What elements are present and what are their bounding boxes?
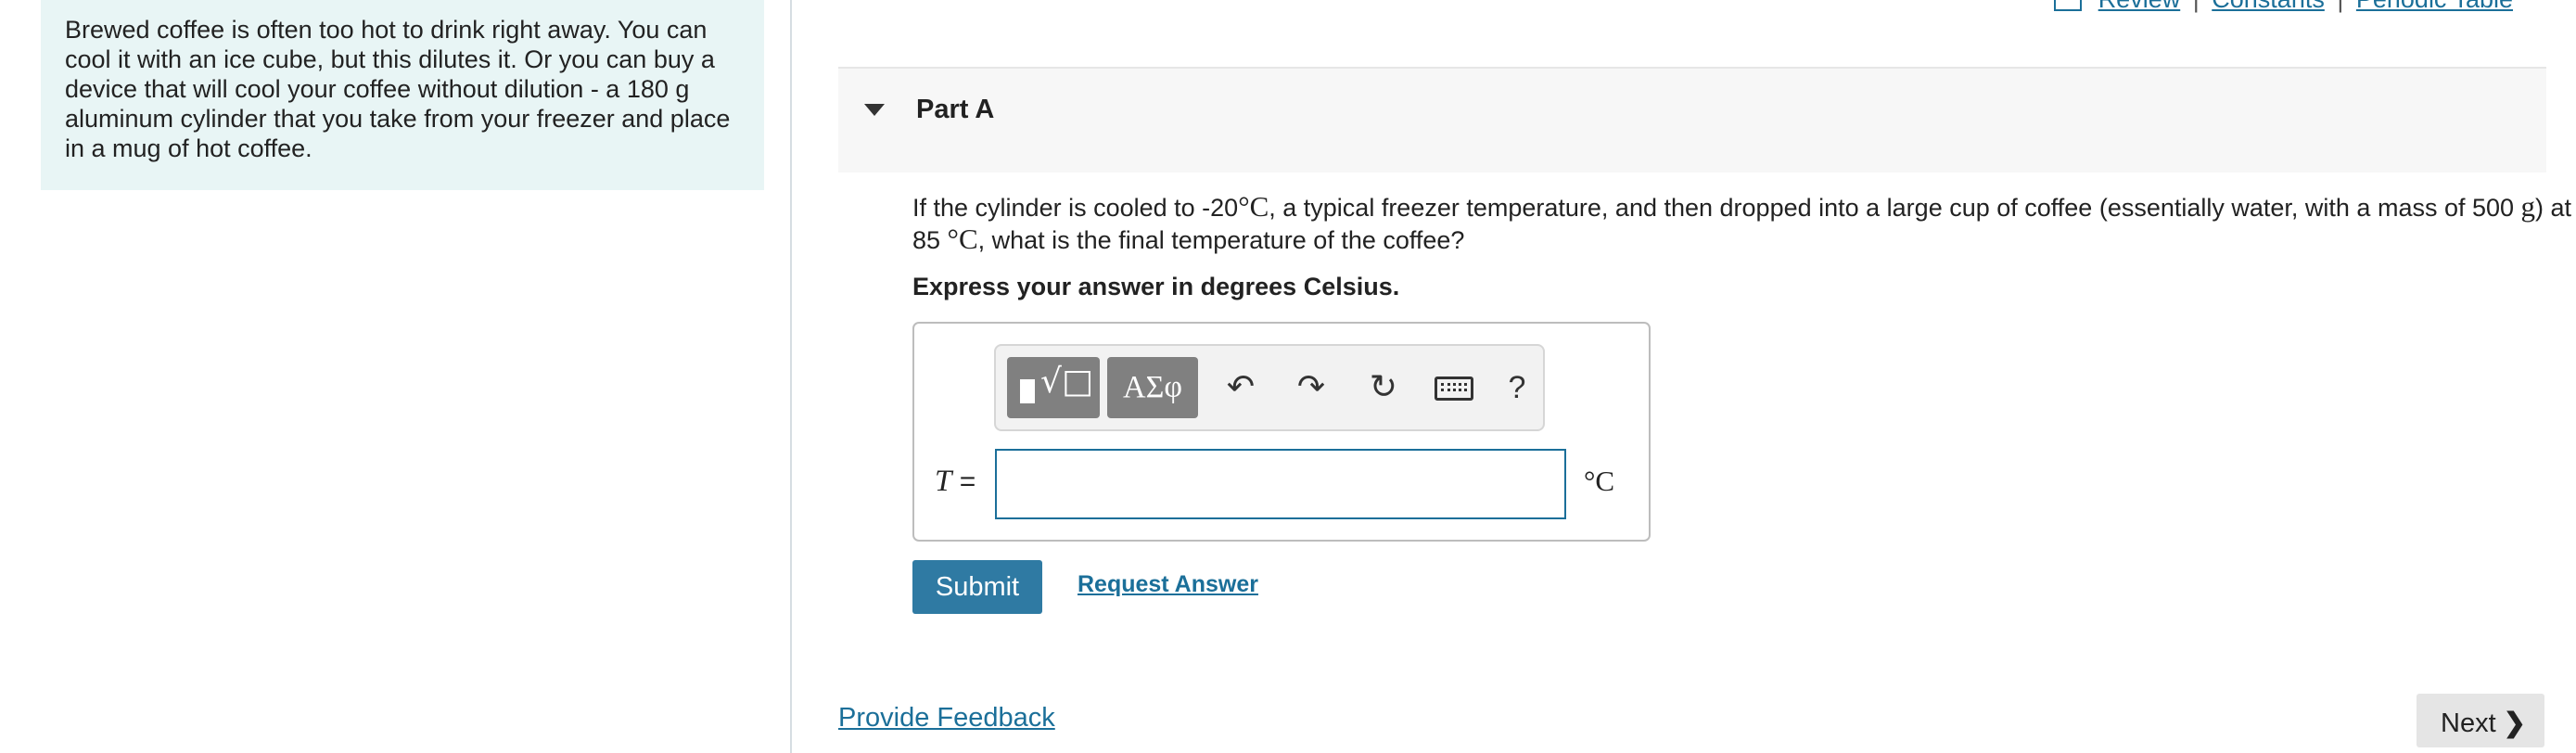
part-title: Part A — [916, 95, 995, 124]
resource-links: Review | Constants | Periodic Table — [2054, 0, 2513, 14]
question-segment: , a typical freezer temperature, and the… — [1269, 194, 2521, 222]
greek-letters-icon[interactable]: ΑΣφ — [1107, 357, 1198, 418]
unit-celsius: °C — [1238, 190, 1269, 223]
answer-box: √□ ΑΣφ ↶ ↷ ↻ ? T = °C — [912, 322, 1651, 542]
part-a-header[interactable]: Part A — [838, 67, 2546, 172]
review-link[interactable]: Review — [2098, 0, 2181, 13]
provide-feedback-link[interactable]: Provide Feedback — [838, 703, 1055, 734]
answer-unit: °C — [1584, 465, 1615, 497]
template-square — [1020, 379, 1035, 403]
reset-icon[interactable]: ↻ — [1358, 357, 1409, 418]
book-icon — [2054, 0, 2083, 11]
link-separator: | — [2193, 0, 2200, 13]
question-text: If the cylinder is cooled to -20°C, a ty… — [912, 191, 2576, 256]
help-icon[interactable]: ? — [1491, 357, 1543, 418]
radical-symbol: √□ — [1040, 363, 1093, 401]
variable-label: T = — [935, 465, 976, 499]
next-label: Next — [2441, 708, 2496, 738]
answer-instruction: Express your answer in degrees Celsius. — [912, 273, 1400, 300]
constants-link[interactable]: Constants — [2212, 0, 2325, 13]
templates-icon[interactable]: √□ — [1007, 357, 1100, 418]
collapse-caret-icon[interactable] — [864, 104, 885, 116]
unit-gram: g — [2520, 190, 2536, 223]
intro-text: Brewed coffee is often too hot to drink … — [65, 16, 731, 162]
request-answer-link[interactable]: Request Answer — [1078, 571, 1258, 598]
next-button[interactable]: Next ❯ — [2417, 694, 2544, 747]
link-separator: | — [2337, 0, 2343, 13]
problem-intro: Brewed coffee is often too hot to drink … — [41, 0, 764, 190]
equals-sign: = — [959, 466, 976, 497]
submit-button[interactable]: Submit — [912, 560, 1042, 614]
unit-celsius: °C — [947, 223, 978, 255]
question-segment: If the cylinder is cooled to -20 — [912, 194, 1239, 222]
keyboard-icon[interactable] — [1428, 357, 1480, 418]
undo-icon[interactable]: ↶ — [1215, 357, 1267, 418]
answer-input[interactable] — [995, 449, 1566, 519]
math-toolbar: √□ ΑΣφ ↶ ↷ ↻ ? — [994, 344, 1545, 431]
chevron-right-icon: ❯ — [2503, 708, 2526, 738]
question-segment: , what is the final temperature of the c… — [977, 226, 1465, 254]
periodic-table-link[interactable]: Periodic Table — [2356, 0, 2513, 13]
redo-icon[interactable]: ↷ — [1285, 357, 1337, 418]
variable-symbol: T — [935, 465, 952, 498]
column-divider — [790, 0, 792, 753]
